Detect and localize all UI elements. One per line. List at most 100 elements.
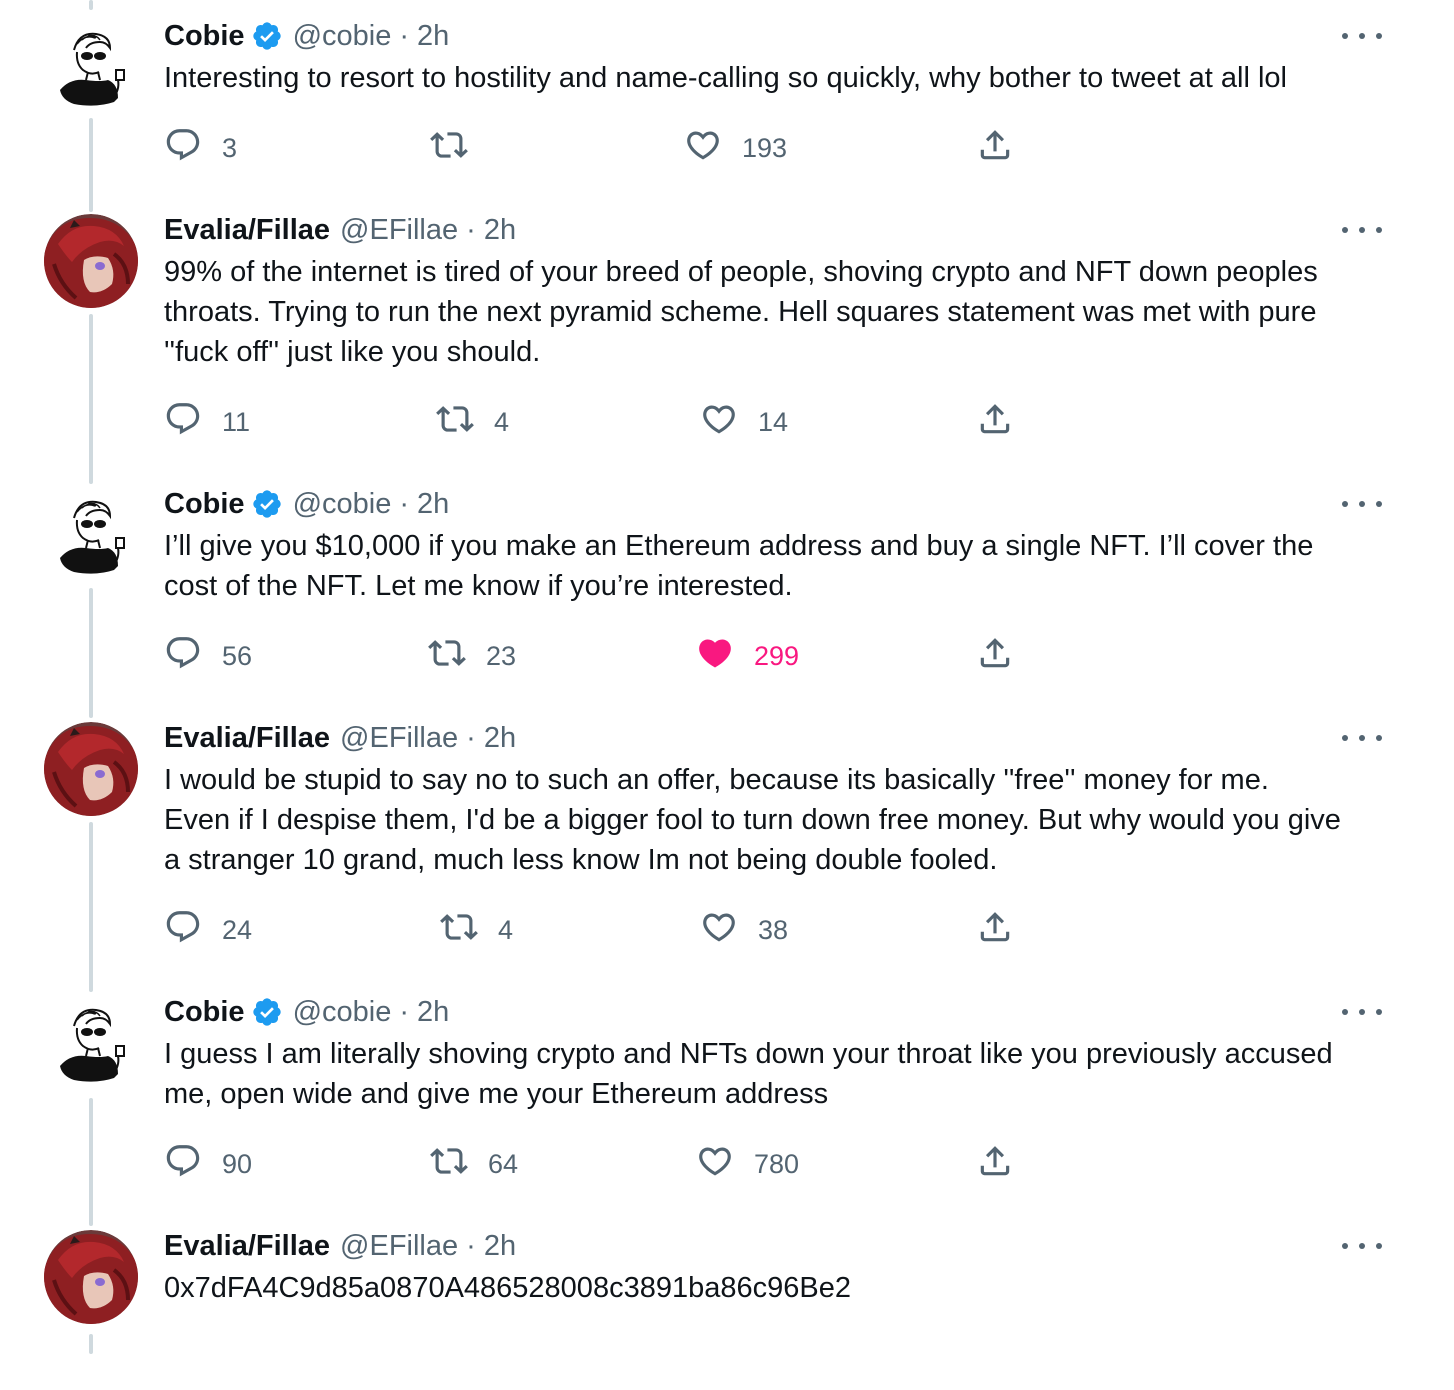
reply-icon — [164, 126, 202, 171]
timestamp[interactable]: 2h — [484, 1230, 516, 1263]
retweet-button[interactable] — [430, 128, 488, 168]
more-icon[interactable] — [1342, 24, 1382, 48]
cobie-avatar[interactable] — [44, 488, 138, 582]
like-button[interactable]: 299 — [696, 636, 799, 676]
more-icon[interactable] — [1342, 218, 1382, 242]
share-icon — [976, 908, 1014, 953]
evalia-avatar[interactable] — [44, 1230, 138, 1324]
retweet-icon — [430, 1142, 468, 1187]
retweet-button[interactable]: 23 — [428, 636, 516, 676]
like-count: 38 — [758, 914, 789, 945]
tweet[interactable]: Evalia/Fillae @EFillae · 2h 0x7dFA4C9d85… — [0, 1210, 1454, 1390]
separator-dot: · — [399, 487, 410, 520]
reply-count: 3 — [222, 132, 238, 163]
heart-icon — [700, 400, 738, 445]
share-button[interactable] — [976, 910, 1014, 950]
author-handle[interactable]: @EFillae — [340, 1230, 458, 1263]
author-name[interactable]: Evalia/Fillae — [164, 722, 330, 755]
heart-icon — [696, 1142, 734, 1187]
share-button[interactable] — [976, 128, 1014, 168]
retweet-icon — [428, 634, 466, 679]
more-icon[interactable] — [1342, 1000, 1382, 1024]
evalia-avatar[interactable] — [44, 722, 138, 816]
more-icon[interactable] — [1342, 726, 1382, 750]
reply-count: 90 — [222, 1148, 253, 1179]
separator-dot: · — [466, 721, 476, 754]
tweet-text: 0x7dFA4C9d85a0870A486528008c3891ba86c96B… — [164, 1272, 851, 1304]
verified-badge-icon — [251, 996, 283, 1028]
author-name[interactable]: Cobie — [164, 20, 245, 53]
author-name[interactable]: Evalia/Fillae — [164, 1230, 330, 1263]
like-button[interactable]: 14 — [700, 402, 788, 442]
tweet-header: Cobie @cobie · 2h — [164, 14, 449, 58]
share-button[interactable] — [976, 1144, 1014, 1184]
author-handle[interactable]: @EFillae — [340, 722, 458, 755]
separator-dot: · — [466, 1229, 476, 1262]
author-handle[interactable]: @cobie — [293, 996, 392, 1029]
heart-icon — [696, 634, 734, 679]
author-name[interactable]: Cobie — [164, 488, 245, 521]
retweet-count: 4 — [498, 914, 514, 945]
like-button[interactable]: 38 — [700, 910, 788, 950]
reply-button[interactable]: 90 — [164, 1144, 252, 1184]
author-name[interactable]: Cobie — [164, 996, 245, 1029]
reply-button[interactable]: 56 — [164, 636, 252, 676]
author-handle[interactable]: @cobie — [293, 20, 392, 53]
tweet-header: Evalia/Fillae @EFillae · 2h — [164, 716, 516, 760]
like-count: 193 — [742, 132, 788, 163]
retweet-icon — [436, 400, 474, 445]
reply-button[interactable]: 11 — [164, 402, 250, 442]
tweet[interactable]: Cobie @cobie · 2h I’ll give you $10,000 … — [0, 468, 1454, 671]
share-button[interactable] — [976, 636, 1014, 676]
share-icon — [976, 634, 1014, 679]
tweet-header: Cobie @cobie · 2h — [164, 990, 449, 1034]
tweet[interactable]: Cobie @cobie · 2h Interesting to resort … — [0, 0, 1454, 180]
reply-button[interactable]: 24 — [164, 910, 252, 950]
timestamp[interactable]: 2h — [417, 996, 449, 1029]
tweet[interactable]: Cobie @cobie · 2h I guess I am literally… — [0, 976, 1454, 1179]
author-handle[interactable]: @EFillae — [340, 214, 458, 247]
reply-count: 11 — [222, 406, 251, 437]
verified-badge-icon — [251, 488, 283, 520]
reply-icon — [164, 908, 202, 953]
tweet-header: Evalia/Fillae @EFillae · 2h — [164, 1224, 516, 1268]
like-count: 299 — [754, 640, 800, 671]
timestamp[interactable]: 2h — [484, 722, 516, 755]
share-icon — [976, 126, 1014, 171]
share-button[interactable] — [976, 402, 1014, 442]
action-bar: 90 64 780 — [164, 1144, 1044, 1184]
like-button[interactable]: 780 — [696, 1144, 799, 1184]
author-name[interactable]: Evalia/Fillae — [164, 214, 330, 247]
retweet-icon — [430, 126, 468, 171]
more-icon[interactable] — [1342, 1234, 1382, 1258]
retweet-icon — [440, 908, 478, 953]
separator-dot: · — [399, 995, 410, 1028]
share-icon — [976, 400, 1014, 445]
tweet-text: 99% of the internet is tired of your bre… — [164, 256, 1318, 368]
heart-icon — [684, 126, 722, 171]
tweet[interactable]: Evalia/Fillae @EFillae · 2h I would be s… — [0, 702, 1454, 945]
reply-icon — [164, 1142, 202, 1187]
retweet-button[interactable]: 4 — [436, 402, 509, 442]
author-handle[interactable]: @cobie — [293, 488, 392, 521]
more-icon[interactable] — [1342, 492, 1382, 516]
retweet-count: 64 — [488, 1148, 519, 1179]
cobie-avatar[interactable] — [44, 996, 138, 1090]
retweet-button[interactable]: 64 — [430, 1144, 518, 1184]
action-bar: 56 23 299 — [164, 636, 1044, 676]
timestamp[interactable]: 2h — [417, 20, 449, 53]
timestamp[interactable]: 2h — [417, 488, 449, 521]
like-button[interactable]: 193 — [684, 128, 787, 168]
tweet-text: I guess I am literally shoving crypto an… — [164, 1038, 1333, 1110]
action-bar: 24 4 38 — [164, 910, 1044, 950]
tweet-text: Interesting to resort to hostility and n… — [164, 62, 1287, 94]
tweet-text: I would be stupid to say no to such an o… — [164, 764, 1341, 876]
reply-button[interactable]: 3 — [164, 128, 237, 168]
timestamp[interactable]: 2h — [484, 214, 516, 247]
cobie-avatar[interactable] — [44, 20, 138, 114]
evalia-avatar[interactable] — [44, 214, 138, 308]
heart-icon — [700, 908, 738, 953]
tweet[interactable]: Evalia/Fillae @EFillae · 2h 99% of the i… — [0, 194, 1454, 437]
retweet-button[interactable]: 4 — [440, 910, 513, 950]
retweet-count: 4 — [494, 406, 510, 437]
